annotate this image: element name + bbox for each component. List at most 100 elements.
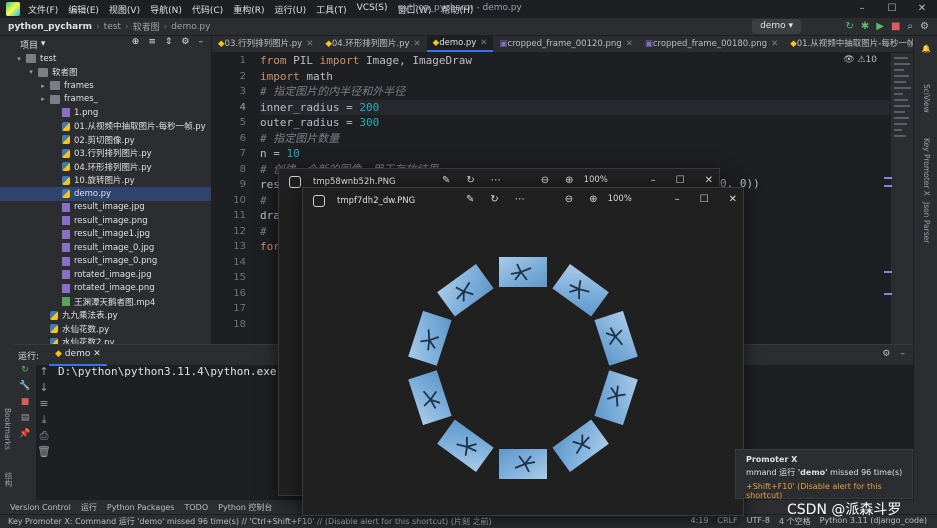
code-line[interactable]: # 指定图片数量 xyxy=(260,131,890,147)
search-icon[interactable]: ⌕ xyxy=(907,19,913,34)
line-number[interactable]: 13 xyxy=(212,239,252,255)
bottom-tool-button[interactable]: TODO xyxy=(185,503,209,512)
zoom-level[interactable]: 100% xyxy=(608,194,632,205)
tree-item[interactable]: 水仙花数.py xyxy=(0,322,211,336)
zoom-out-icon[interactable]: ⊖ xyxy=(565,194,573,205)
maximize-icon[interactable]: ☐ xyxy=(877,0,907,18)
line-number[interactable]: 14 xyxy=(212,255,252,271)
hide-icon[interactable]: – xyxy=(901,349,906,359)
tree-item[interactable]: 1.png xyxy=(0,106,211,120)
line-number[interactable]: 15 xyxy=(212,270,252,286)
expand-icon[interactable]: ⇕ xyxy=(165,37,173,47)
close-tab-icon[interactable]: ✕ xyxy=(771,36,778,52)
more-icon[interactable]: ⋯ xyxy=(491,175,501,186)
tree-item[interactable]: 03.行列排列图片.py xyxy=(0,147,211,161)
run-tab-demo[interactable]: ◆ demo ✕ xyxy=(49,344,107,366)
notification-link[interactable]: +Shift+F10' (Disable alert for this shor… xyxy=(746,482,912,500)
close-icon[interactable]: ✕ xyxy=(729,194,737,205)
tree-item[interactable]: result_image_0.jpg xyxy=(0,241,211,255)
tree-item[interactable]: 02.剪切图像.py xyxy=(0,133,211,147)
code-line[interactable]: inner_radius = 200 xyxy=(260,99,890,115)
chevron-right-icon[interactable]: ▸ xyxy=(38,95,48,103)
layout-icon[interactable]: ▤ xyxy=(14,413,36,429)
scroll-end-icon[interactable]: ⤓ xyxy=(36,413,52,429)
line-number[interactable]: 8 xyxy=(212,162,252,178)
editor-tab[interactable]: ◆ 03.行列排列图片.py ✕ xyxy=(212,36,319,52)
more-icon[interactable]: ⋯ xyxy=(515,194,525,205)
close-icon[interactable]: ✕ xyxy=(705,175,713,186)
editor-tab[interactable]: ▣ cropped_frame_00120.png ✕ xyxy=(493,36,638,52)
zoom-level[interactable]: 100% xyxy=(584,175,608,186)
debug-icon[interactable]: ✱ xyxy=(861,19,869,34)
line-number[interactable]: 6 xyxy=(212,131,252,147)
tree-item[interactable]: 04.环形排列图片.py xyxy=(0,160,211,174)
tree-item[interactable]: rotated_image.png xyxy=(0,282,211,296)
close-tab-icon[interactable]: ✕ xyxy=(306,36,313,52)
bookmarks-label[interactable]: Bookmarks xyxy=(3,408,12,450)
chevron-down-icon[interactable]: ▾ xyxy=(14,55,24,63)
menu-item[interactable]: 重构(R) xyxy=(233,3,264,16)
tree-item[interactable]: ▾ 软者图 xyxy=(0,66,211,80)
notifications-icon[interactable]: 🔔 xyxy=(922,44,931,53)
line-number[interactable]: 10 xyxy=(212,193,252,209)
key-promoter-notification[interactable]: Promoter X mmand 运行 'demo' missed 96 tim… xyxy=(735,449,913,500)
tree-item[interactable]: 王渊潭天鹅者图.mp4 xyxy=(0,295,211,309)
menu-item[interactable]: 工具(T) xyxy=(316,3,347,16)
code-line[interactable]: outer_radius = 300 xyxy=(260,115,890,131)
rotate-icon[interactable]: ↻ xyxy=(490,194,498,205)
tree-item[interactable]: rotated_image.jpg xyxy=(0,268,211,282)
bottom-tool-button[interactable]: 运行 xyxy=(81,502,97,513)
menu-item[interactable]: 文件(F) xyxy=(28,3,58,16)
maximize-icon[interactable]: ☐ xyxy=(676,175,685,186)
tree-item[interactable]: demo.py xyxy=(0,187,211,201)
tree-item[interactable]: ▸ frames xyxy=(0,79,211,93)
pin-icon[interactable]: 📌 xyxy=(14,429,36,445)
zoom-in-icon[interactable]: ⊕ xyxy=(565,175,573,186)
code-line[interactable]: n = 10 xyxy=(260,146,890,162)
tree-item[interactable]: result_image1.jpg xyxy=(0,228,211,242)
target-icon[interactable]: ⊕ xyxy=(132,37,140,47)
tree-item[interactable]: ▸ frames_ xyxy=(0,93,211,107)
rerun-icon[interactable]: ↻ xyxy=(14,365,36,381)
breadcrumb-file[interactable]: demo.py xyxy=(171,22,210,32)
code-line[interactable]: import math xyxy=(260,69,890,85)
tree-item[interactable]: result_image.png xyxy=(0,214,211,228)
run-config-selector[interactable]: demo ▾ xyxy=(752,19,801,34)
code-line[interactable]: from PIL import Image, ImageDraw xyxy=(260,53,890,69)
bottom-tool-button[interactable]: Python Packages xyxy=(107,503,175,512)
line-number[interactable]: 3 xyxy=(212,84,252,100)
line-number[interactable]: 2 xyxy=(212,69,252,85)
tree-item[interactable]: 01.从视频中抽取图片-每秒一帧.py xyxy=(0,120,211,134)
photos-window-front[interactable]: tmpf7dh2_dw.PNG ✎ ↻ ⋯ ⊖ ⊕ 100% – ☐ ✕ xyxy=(302,187,744,516)
gear-icon[interactable]: ⚙ xyxy=(181,37,189,47)
json-parser-label[interactable]: Json Parser xyxy=(922,202,931,243)
run-icon[interactable]: ▶ xyxy=(876,19,884,34)
tree-item[interactable]: result_image_0.png xyxy=(0,255,211,269)
tree-item[interactable]: 九九乘法表.py xyxy=(0,309,211,323)
line-number[interactable]: 12 xyxy=(212,224,252,240)
close-icon[interactable]: ✕ xyxy=(907,0,937,18)
caret-position[interactable]: 4:19 xyxy=(690,516,708,527)
bottom-tool-button[interactable]: Python 控制台 xyxy=(218,502,272,513)
line-separator[interactable]: CRLF xyxy=(717,516,737,527)
line-number[interactable]: 18 xyxy=(212,317,252,333)
tree-item[interactable]: 10.旋转图片.py xyxy=(0,174,211,188)
status-message[interactable]: Key Promoter X: Command 运行 'demo' missed… xyxy=(8,516,690,527)
hide-icon[interactable]: – xyxy=(199,37,204,47)
line-number[interactable]: 16 xyxy=(212,286,252,302)
editor-tab[interactable]: ◆ 01.从视频中抽取图片-每秒一帧.py✕ xyxy=(784,36,913,52)
close-tab-icon[interactable]: ✕ xyxy=(626,36,633,52)
breadcrumb-test[interactable]: test xyxy=(104,22,121,32)
chevron-down-icon[interactable]: ▾ xyxy=(26,68,36,76)
inspection-widget[interactable]: 👁 ⚠10 xyxy=(843,55,877,65)
tree-item[interactable]: result_image.jpg xyxy=(0,201,211,215)
chevron-right-icon[interactable]: ▸ xyxy=(38,82,48,90)
close-tab-icon[interactable]: ✕ xyxy=(480,36,487,52)
line-number[interactable]: 4 xyxy=(212,100,252,116)
zoom-in-icon[interactable]: ⊕ xyxy=(589,194,597,205)
soft-wrap-icon[interactable]: ≡ xyxy=(36,397,52,413)
editor-tab[interactable]: ▣ cropped_frame_00180.png ✕ xyxy=(639,36,784,52)
structure-label[interactable]: 结构 xyxy=(3,472,14,487)
arrow-down-icon[interactable]: ↓ xyxy=(36,381,52,397)
menu-item[interactable]: 运行(U) xyxy=(274,3,306,16)
